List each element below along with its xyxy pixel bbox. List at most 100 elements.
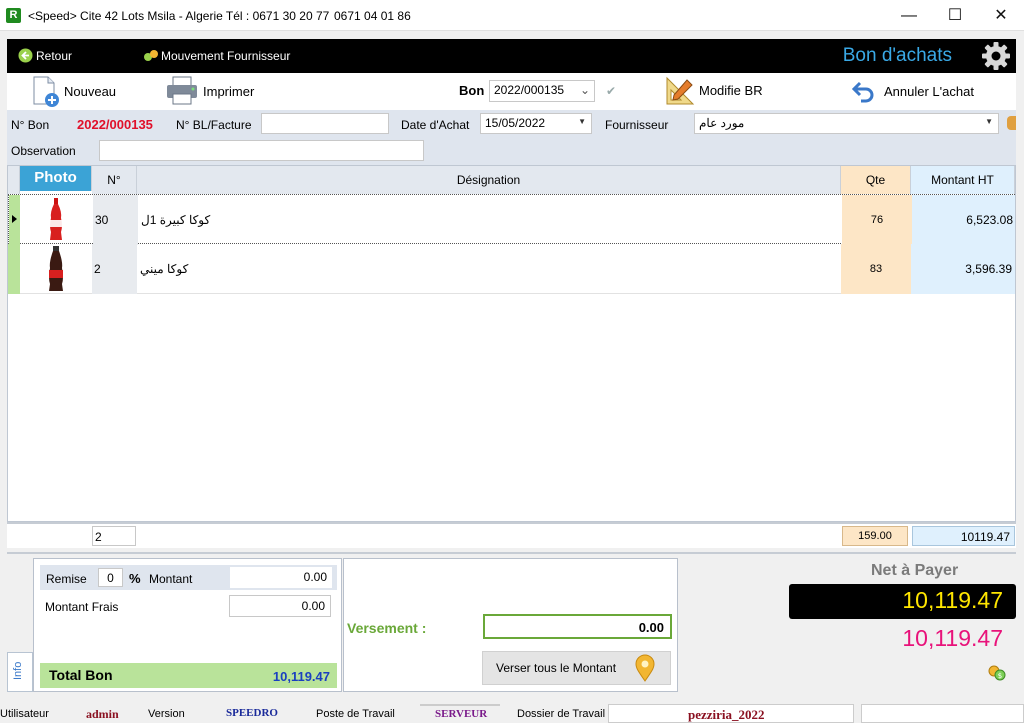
info-tab-label: Info bbox=[12, 661, 24, 680]
discount-label: Remise bbox=[46, 572, 87, 586]
row-amount: 6,523.08 bbox=[912, 195, 1015, 245]
table-row[interactable]: 2 كوكا ميني 83 3,596.39 bbox=[8, 244, 1015, 294]
coins-icon[interactable]: $ bbox=[988, 665, 1006, 681]
row-count: 2 bbox=[92, 526, 136, 546]
status-extra-box bbox=[861, 704, 1024, 723]
window-titlebar: R <Speed> Cite 42 Lots Msila - Algerie T… bbox=[0, 0, 1024, 31]
grid-header-amount[interactable]: Montant HT bbox=[911, 166, 1015, 194]
print-button[interactable]: Imprimer bbox=[203, 84, 254, 99]
discount-row: Remise 0 % Montant 0.00 bbox=[40, 565, 337, 590]
amount-total: 10119.47 bbox=[912, 526, 1015, 546]
top-nav-bar: Retour Mouvement Fournisseur Bon d'achat… bbox=[7, 39, 1016, 73]
new-document-icon[interactable] bbox=[31, 76, 61, 108]
close-button[interactable]: ✕ bbox=[978, 0, 1024, 31]
observation-input[interactable] bbox=[99, 140, 424, 161]
grid-header-number[interactable]: N° bbox=[92, 166, 137, 194]
grid-header-qty[interactable]: Qte bbox=[841, 166, 911, 194]
action-toolbar: Nouveau Imprimer Bon 2022/000135 ⌄ ✔ Mod… bbox=[7, 73, 1016, 110]
gear-icon[interactable] bbox=[981, 41, 1011, 71]
observation-label: Observation bbox=[11, 144, 76, 158]
fees-input[interactable]: 0.00 bbox=[229, 595, 331, 617]
ruler-pencil-icon[interactable] bbox=[665, 76, 695, 106]
work-folder-label: Dossier de Travail bbox=[517, 708, 606, 720]
page-title: Bon d'achats bbox=[842, 45, 952, 66]
row-designation: كوكا كبيرة 1ل bbox=[141, 213, 211, 227]
fees-label: Montant Frais bbox=[45, 600, 119, 614]
pay-full-amount-label: Verser tous le Montant bbox=[496, 661, 617, 675]
purchase-date-label: Date d'Achat bbox=[401, 118, 470, 132]
row-qty: 83 bbox=[841, 244, 911, 294]
no-bon-label: N° Bon bbox=[11, 118, 50, 132]
pay-full-amount-button[interactable]: Verser tous le Montant bbox=[482, 651, 671, 685]
back-button[interactable]: Retour bbox=[36, 49, 72, 63]
chevron-down-icon: ⌄ bbox=[579, 83, 590, 97]
cancel-purchase-button[interactable]: Annuler L'achat bbox=[884, 84, 974, 99]
dropdown-arrow-icon: ▼ bbox=[578, 117, 586, 126]
window-title: <Speed> Cite 42 Lots Msila - Algerie Tél… bbox=[28, 9, 330, 23]
workstation-value: SERVEUR bbox=[435, 708, 488, 720]
product-photo bbox=[20, 195, 93, 245]
percent-sign: % bbox=[129, 571, 141, 586]
work-folder-value: pezziria_2022 bbox=[688, 707, 765, 722]
current-row-arrow-icon bbox=[12, 215, 17, 223]
user-label: Utilisateur bbox=[0, 708, 49, 720]
checkmark-icon[interactable]: ✔ bbox=[606, 84, 616, 98]
discount-percent-input[interactable]: 0 bbox=[98, 568, 123, 587]
items-grid: Photo N° Désignation Qte Montant HT 30 ك… bbox=[7, 165, 1016, 522]
payment-box: Versement : 0.00 Verser tous le Montant bbox=[343, 558, 678, 692]
payment-input[interactable]: 0.00 bbox=[483, 614, 672, 639]
user-value: admin bbox=[86, 707, 119, 721]
undo-arrow-icon[interactable] bbox=[851, 81, 875, 103]
discount-amount-label: Montant bbox=[149, 572, 193, 586]
status-bar: Utilisateur admin Version SPEEDRO Poste … bbox=[0, 704, 1024, 723]
supplier-moves-button[interactable]: Mouvement Fournisseur bbox=[161, 49, 290, 63]
bon-select-value: 2022/000135 bbox=[494, 83, 565, 97]
user-icon[interactable] bbox=[1007, 116, 1016, 130]
info-tab[interactable]: Info bbox=[7, 652, 33, 692]
modify-br-button[interactable]: Modifie BR bbox=[699, 83, 763, 98]
net-to-pay-display: 10,119.47 bbox=[789, 584, 1016, 619]
grid-header-indicator bbox=[8, 166, 20, 194]
discount-amount-input[interactable]: 0.00 bbox=[230, 567, 332, 588]
map-pin-icon bbox=[634, 654, 656, 682]
header-fields: N° Bon 2022/000135 N° BL/Facture Date d'… bbox=[7, 110, 1016, 165]
row-number: 2 bbox=[92, 244, 137, 294]
minimize-button[interactable]: — bbox=[886, 0, 932, 31]
grid-header-designation[interactable]: Désignation bbox=[137, 166, 841, 194]
row-qty: 76 bbox=[842, 195, 912, 245]
row-indicator bbox=[9, 195, 20, 245]
maximize-button[interactable]: ☐ bbox=[932, 0, 978, 31]
total-bon-label: Total Bon bbox=[49, 667, 113, 683]
printer-icon[interactable] bbox=[165, 76, 199, 106]
app-logo-icon: R bbox=[6, 8, 21, 23]
svg-text:$: $ bbox=[998, 672, 1002, 680]
bl-invoice-label: N° BL/Facture bbox=[176, 118, 252, 132]
row-amount: 3,596.39 bbox=[911, 244, 1015, 294]
version-value: SPEEDRO bbox=[226, 707, 278, 719]
no-bon-value: 2022/000135 bbox=[77, 117, 153, 132]
back-arrow-icon[interactable] bbox=[18, 48, 33, 63]
totals-panel: Info Remise 0 % Montant 0.00 Montant Fra… bbox=[7, 552, 1016, 702]
version-label: Version bbox=[148, 708, 185, 720]
purchase-date-value: 15/05/2022 bbox=[485, 116, 546, 130]
workstation-box: SERVEUR bbox=[420, 704, 500, 723]
divider bbox=[7, 552, 1016, 554]
payment-label: Versement : bbox=[347, 620, 427, 636]
grid-header-photo[interactable]: Photo bbox=[20, 166, 92, 191]
grid-footer: 2 159.00 10119.47 bbox=[7, 522, 1016, 548]
bl-invoice-input[interactable] bbox=[261, 113, 389, 134]
net-to-pay-secondary: 10,119.47 bbox=[902, 625, 1003, 651]
total-bon-value: 10,119.47 bbox=[272, 669, 330, 684]
workstation-label: Poste de Travail bbox=[316, 708, 395, 720]
table-row[interactable]: 30 كوكا كبيرة 1ل 76 6,523.08 bbox=[8, 194, 1015, 245]
new-button[interactable]: Nouveau bbox=[64, 84, 116, 99]
qty-total: 159.00 bbox=[842, 526, 908, 546]
supplier-select[interactable]: مورد عام ▼ bbox=[694, 113, 999, 134]
discount-box: Remise 0 % Montant 0.00 Montant Frais 0.… bbox=[33, 558, 342, 692]
supplier-moves-icon[interactable] bbox=[143, 48, 159, 64]
product-photo bbox=[20, 244, 92, 294]
supplier-value: مورد عام bbox=[699, 116, 745, 130]
bon-select[interactable]: 2022/000135 ⌄ bbox=[489, 80, 595, 102]
purchase-date-picker[interactable]: 15/05/2022 ▼ bbox=[480, 113, 592, 134]
row-number: 30 bbox=[93, 195, 138, 245]
